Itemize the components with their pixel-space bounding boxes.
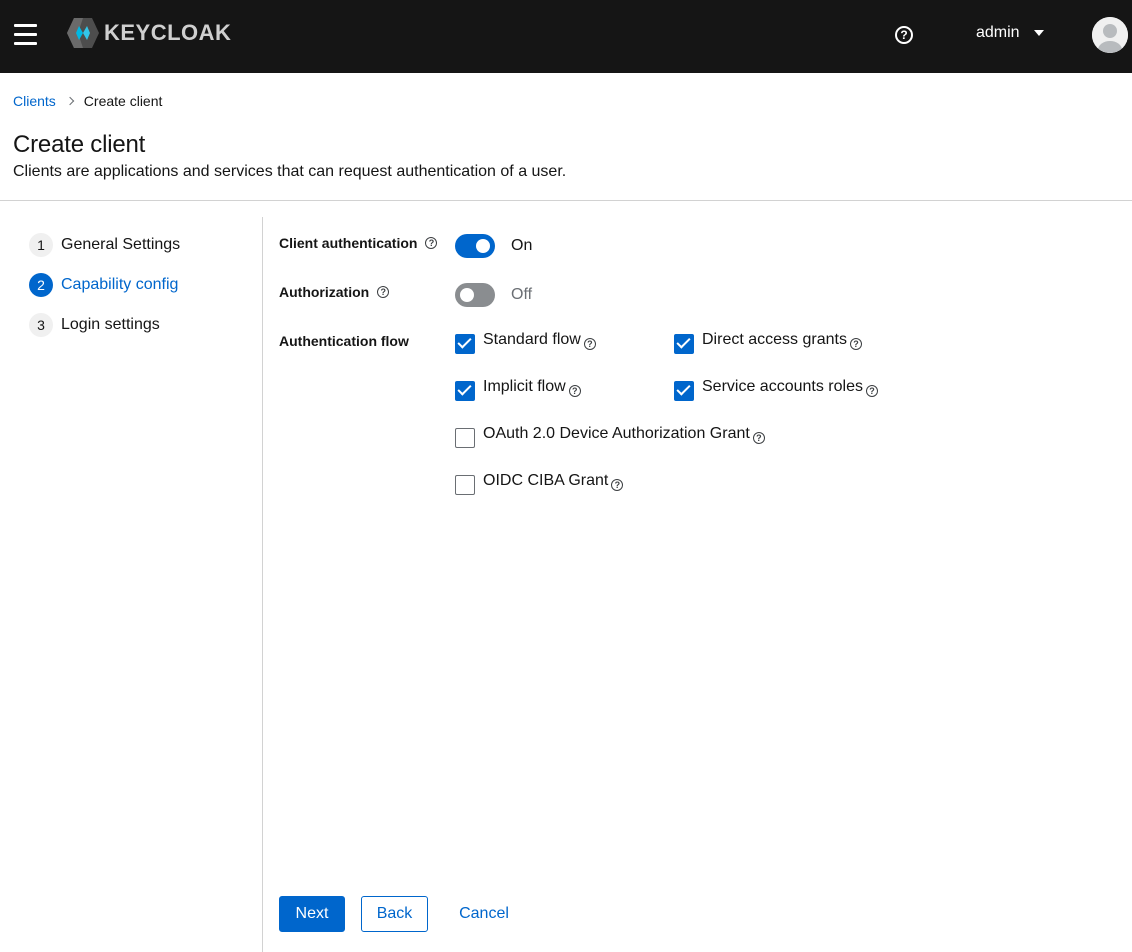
logo-text: KEYCLOAK [104, 20, 232, 45]
authentication-flow-label: Authentication flow [279, 333, 409, 349]
help-icon[interactable]: ? [865, 385, 878, 397]
checkbox-checked[interactable] [674, 381, 694, 401]
wizard-step-general-settings[interactable]: 1 General Settings [29, 233, 180, 257]
step-label: General Settings [61, 236, 181, 253]
checkbox-checked[interactable] [674, 334, 694, 354]
keycloak-logo-icon [67, 18, 99, 48]
checkbox-unchecked[interactable] [455, 475, 475, 495]
checkbox-unchecked[interactable] [455, 428, 475, 448]
client-authentication-state: On [511, 237, 533, 254]
oauth-device-grant-checkbox[interactable]: OAuth 2.0 Device Authorization Grant ? [455, 425, 765, 448]
page-description: Clients are applications and services th… [13, 163, 567, 180]
back-button[interactable]: Back [361, 896, 428, 932]
breadcrumb-current: Create client [83, 93, 163, 109]
client-authentication-switch[interactable] [455, 234, 495, 258]
user-dropdown[interactable]: admin [976, 24, 1044, 42]
switch-knob [476, 239, 490, 253]
checkbox-label: Implicit flow [483, 378, 566, 395]
switch-knob [460, 288, 474, 302]
wizard-divider [262, 217, 263, 952]
hamburger-menu-icon[interactable] [14, 24, 37, 45]
wizard-step-capability-config[interactable]: 2 Capability config [29, 273, 180, 297]
authentication-flow-text: Authentication flow [279, 333, 409, 349]
help-icon[interactable]: ? [583, 338, 596, 350]
keycloak-logo[interactable]: KEYCLOAK [66, 17, 231, 49]
checkbox-label: OAuth 2.0 Device Authorization Grant [483, 425, 750, 442]
masthead: KEYCLOAK ? admin [0, 0, 1132, 73]
checkbox-label: Service accounts roles [702, 378, 863, 395]
authorization-label: Authorization ? [279, 284, 390, 300]
help-icon[interactable]: ? [895, 26, 913, 44]
page-title: Create client [13, 131, 146, 158]
wizard-nav: 1 General Settings 2 Capability config 3… [29, 233, 180, 353]
help-icon[interactable]: ? [377, 286, 390, 298]
help-icon[interactable]: ? [849, 338, 862, 350]
step-label: Capability config [61, 276, 179, 293]
help-icon[interactable]: ? [752, 432, 765, 444]
checkbox-label: OIDC CIBA Grant [483, 472, 609, 489]
avatar[interactable] [1092, 17, 1128, 53]
checkbox-checked[interactable] [455, 334, 475, 354]
caret-down-icon [1033, 30, 1044, 36]
checkbox-label: Direct access grants [702, 331, 847, 348]
client-authentication-label: Client authentication ? [279, 235, 438, 251]
help-icon[interactable]: ? [425, 237, 438, 249]
cancel-button[interactable]: Cancel [448, 896, 520, 932]
direct-access-grants-checkbox[interactable]: Direct access grants ? [674, 331, 862, 354]
authorization-switch[interactable] [455, 283, 495, 307]
step-number: 1 [29, 233, 53, 257]
step-number: 3 [29, 313, 53, 337]
next-button[interactable]: Next [279, 896, 345, 932]
help-icon[interactable]: ? [611, 479, 624, 491]
oidc-ciba-grant-checkbox[interactable]: OIDC CIBA Grant ? [455, 472, 624, 495]
authorization-text: Authorization [279, 284, 370, 300]
breadcrumb-link-clients[interactable]: Clients [13, 93, 56, 109]
standard-flow-checkbox[interactable]: Standard flow ? [455, 331, 596, 354]
help-icon[interactable]: ? [568, 385, 581, 397]
header-divider [0, 200, 1132, 201]
chevron-right-icon [65, 96, 75, 106]
wizard-step-login-settings[interactable]: 3 Login settings [29, 313, 180, 337]
step-label: Login settings [61, 316, 160, 333]
service-accounts-roles-checkbox[interactable]: Service accounts roles ? [674, 378, 878, 401]
breadcrumb: Clients Create client [13, 93, 162, 109]
checkbox-label: Standard flow [483, 331, 581, 348]
username-label: admin [976, 24, 1020, 41]
step-number: 2 [29, 273, 53, 297]
authorization-state: Off [511, 286, 533, 303]
client-authentication-text: Client authentication [279, 235, 418, 251]
user-avatar-icon [1092, 17, 1128, 53]
implicit-flow-checkbox[interactable]: Implicit flow ? [455, 378, 581, 401]
checkbox-checked[interactable] [455, 381, 475, 401]
